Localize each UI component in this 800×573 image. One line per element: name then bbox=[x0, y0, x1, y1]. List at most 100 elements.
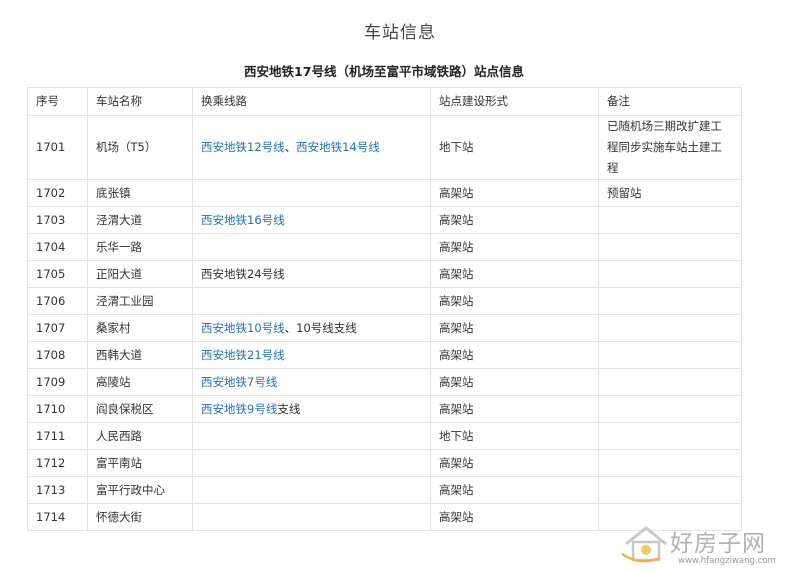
cell-station-name: 乐华一路 bbox=[87, 233, 193, 261]
cell-station-name: 富平行政中心 bbox=[87, 476, 193, 504]
cell-serial-number: 1710 bbox=[27, 395, 88, 423]
cell-station-name: 底张镇 bbox=[87, 179, 193, 207]
header-remarks: 备注 bbox=[598, 87, 742, 116]
header-serial-number: 序号 bbox=[27, 87, 88, 116]
cell-remarks bbox=[598, 341, 742, 369]
table-row: 1707 桑家村 西安地铁10号线、10号线支线 高架站 bbox=[27, 314, 742, 342]
cell-transfer-lines bbox=[192, 476, 431, 504]
table-row: 1708 西韩大道 西安地铁21号线 高架站 bbox=[27, 341, 742, 369]
table-row: 1705 正阳大道 西安地铁24号线 高架站 bbox=[27, 260, 742, 288]
table-row: 1713 富平行政中心 高架站 bbox=[27, 476, 742, 504]
cell-station-name: 机场（T5） bbox=[87, 115, 193, 180]
cell-construction-type: 高架站 bbox=[430, 179, 599, 207]
transfer-line-link[interactable]: 西安地铁10号线 bbox=[201, 321, 285, 335]
cell-station-name: 怀德大街 bbox=[87, 503, 193, 531]
cell-serial-number: 1713 bbox=[27, 476, 88, 504]
cell-serial-number: 1705 bbox=[27, 260, 88, 288]
cell-serial-number: 1711 bbox=[27, 422, 88, 450]
transfer-line-link[interactable]: 西安地铁12号线 bbox=[201, 140, 285, 154]
cell-station-name: 泾渭大道 bbox=[87, 206, 193, 234]
table-header-row: 序号 车站名称 换乘线路 站点建设形式 备注 bbox=[27, 87, 742, 116]
cell-transfer-lines bbox=[192, 422, 431, 450]
cell-transfer-lines bbox=[192, 503, 431, 531]
table-row: 1711 人民西路 地下站 bbox=[27, 422, 742, 450]
cell-station-name: 桑家村 bbox=[87, 314, 193, 342]
cell-transfer-lines: 西安地铁7号线 bbox=[192, 368, 431, 396]
cell-serial-number: 1701 bbox=[27, 115, 88, 180]
cell-transfer-lines: 西安地铁16号线 bbox=[192, 206, 431, 234]
cell-serial-number: 1702 bbox=[27, 179, 88, 207]
table-row: 1702 底张镇 高架站 预留站 bbox=[27, 179, 742, 207]
cell-transfer-lines: 西安地铁12号线、西安地铁14号线 bbox=[192, 115, 431, 180]
cell-serial-number: 1708 bbox=[27, 341, 88, 369]
cell-transfer-lines bbox=[192, 449, 431, 477]
cell-construction-type: 高架站 bbox=[430, 206, 599, 234]
transfer-line-text: 、10号线支线 bbox=[284, 320, 357, 335]
transfer-line-link[interactable]: 西安地铁9号线 bbox=[201, 402, 277, 416]
cell-transfer-lines bbox=[192, 287, 431, 315]
table-body: 1701 机场（T5） 西安地铁12号线、西安地铁14号线 地下站 已随机场三期改扩建工… bbox=[27, 115, 742, 531]
cell-remarks bbox=[598, 449, 742, 477]
station-table: 序号 车站名称 换乘线路 站点建设形式 备注 1701 机场（T5） 西安地铁12号… bbox=[27, 87, 742, 531]
watermark-logo: 好房子网 www.hfangziwang.com bbox=[620, 520, 792, 570]
cell-remarks: 预留站 bbox=[598, 179, 742, 207]
header-station-name: 车站名称 bbox=[87, 87, 193, 116]
cell-serial-number: 1704 bbox=[27, 233, 88, 261]
table-row: 1701 机场（T5） 西安地铁12号线、西安地铁14号线 地下站 已随机场三期改扩建工… bbox=[27, 115, 742, 180]
table-caption: 西安地铁17号线（机场至富平市域铁路）站点信息 bbox=[244, 64, 524, 79]
header-transfer-lines: 换乘线路 bbox=[192, 87, 431, 116]
cell-station-name: 正阳大道 bbox=[87, 260, 193, 288]
cell-remarks: 已随机场三期改扩建工程同步实施车站土建工程 bbox=[598, 115, 742, 180]
cell-remarks bbox=[598, 314, 742, 342]
cell-serial-number: 1714 bbox=[27, 503, 88, 531]
table-row: 1704 乐华一路 高架站 bbox=[27, 233, 742, 261]
cell-serial-number: 1706 bbox=[27, 287, 88, 315]
cell-station-name: 人民西路 bbox=[87, 422, 193, 450]
table-row: 1709 高陵站 西安地铁7号线 高架站 bbox=[27, 368, 742, 396]
cell-construction-type: 地下站 bbox=[430, 422, 599, 450]
cell-station-name: 西韩大道 bbox=[87, 341, 193, 369]
cell-construction-type: 高架站 bbox=[430, 395, 599, 423]
transfer-line-link[interactable]: 西安地铁14号线 bbox=[296, 140, 380, 154]
transfer-line-link[interactable]: 西安地铁7号线 bbox=[201, 375, 277, 389]
table-row: 1712 富平南站 高架站 bbox=[27, 449, 742, 477]
transfer-line-text: 、 bbox=[284, 140, 297, 154]
watermark-url: www.hfangziwang.com bbox=[678, 556, 776, 566]
cell-construction-type: 地下站 bbox=[430, 115, 599, 180]
cell-construction-type: 高架站 bbox=[430, 233, 599, 261]
cell-remarks bbox=[598, 206, 742, 234]
cell-construction-type: 高架站 bbox=[430, 314, 599, 342]
transfer-line-text: 支线 bbox=[277, 401, 301, 416]
cell-remarks bbox=[598, 233, 742, 261]
transfer-line-link[interactable]: 西安地铁21号线 bbox=[201, 348, 285, 362]
cell-station-name: 高陵站 bbox=[87, 368, 193, 396]
cell-serial-number: 1712 bbox=[27, 449, 88, 477]
header-construction-type: 站点建设形式 bbox=[430, 87, 599, 116]
cell-station-name: 富平南站 bbox=[87, 449, 193, 477]
transfer-line-link[interactable]: 西安地铁16号线 bbox=[201, 213, 285, 227]
table-row: 1710 阎良保税区 西安地铁9号线支线 高架站 bbox=[27, 395, 742, 423]
cell-remarks bbox=[598, 422, 742, 450]
cell-remarks bbox=[598, 395, 742, 423]
cell-remarks bbox=[598, 476, 742, 504]
cell-transfer-lines bbox=[192, 179, 431, 207]
cell-construction-type: 高架站 bbox=[430, 368, 599, 396]
cell-serial-number: 1707 bbox=[27, 314, 88, 342]
cell-remarks bbox=[598, 287, 742, 315]
transfer-line-text: 西安地铁24号线 bbox=[201, 266, 285, 281]
cell-transfer-lines bbox=[192, 233, 431, 261]
page-title: 车站信息 bbox=[364, 23, 436, 43]
cell-transfer-lines: 西安地铁24号线 bbox=[192, 260, 431, 288]
cell-construction-type: 高架站 bbox=[430, 476, 599, 504]
cell-construction-type: 高架站 bbox=[430, 260, 599, 288]
table-row: 1706 泾渭工业园 高架站 bbox=[27, 287, 742, 315]
cell-construction-type: 高架站 bbox=[430, 287, 599, 315]
cell-transfer-lines: 西安地铁21号线 bbox=[192, 341, 431, 369]
cell-station-name: 阎良保税区 bbox=[87, 395, 193, 423]
watermark-text: 好房子网 bbox=[670, 531, 766, 557]
cell-station-name: 泾渭工业园 bbox=[87, 287, 193, 315]
cell-construction-type: 高架站 bbox=[430, 503, 599, 531]
cell-construction-type: 高架站 bbox=[430, 341, 599, 369]
cell-construction-type: 高架站 bbox=[430, 449, 599, 477]
cell-serial-number: 1709 bbox=[27, 368, 88, 396]
